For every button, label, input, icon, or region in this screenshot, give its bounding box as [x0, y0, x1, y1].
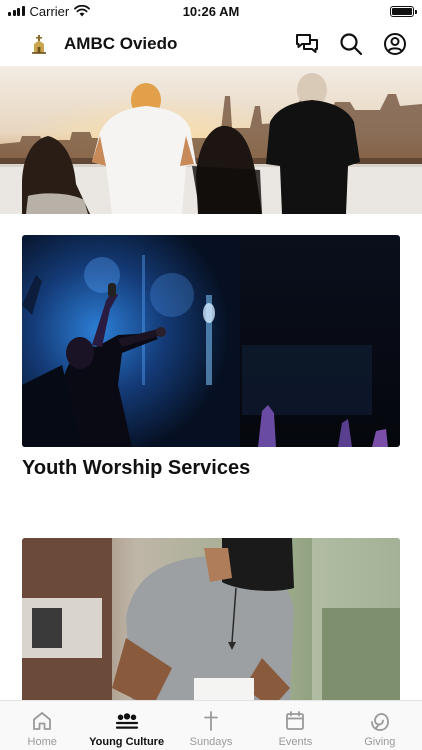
tab-label-home: Home [27, 736, 57, 748]
church-logo-icon[interactable] [28, 33, 50, 55]
tab-home[interactable]: Home [0, 701, 84, 750]
tab-young-culture[interactable]: Young Culture [84, 701, 168, 750]
battery-fill [392, 7, 412, 15]
group-icon [115, 709, 139, 733]
profile-icon[interactable] [382, 31, 408, 57]
tab-label-giving: Giving [364, 736, 396, 748]
wifi-icon [74, 5, 91, 17]
header-actions [294, 31, 408, 57]
card-title[interactable]: Youth Worship Services [22, 457, 400, 480]
tab-label-events: Events [278, 736, 313, 748]
status-bar: Carrier 10:26 AM [0, 0, 422, 22]
calendar-icon [283, 709, 307, 733]
tab-label-sundays: Sundays [189, 736, 233, 748]
app-header: AMBC Oviedo [0, 22, 422, 66]
carrier-label: Carrier [29, 3, 70, 19]
chat-bubbles-icon[interactable] [294, 31, 320, 57]
tab-label-young-culture: Young Culture [89, 736, 165, 748]
battery-icon [390, 5, 417, 17]
tab-giving[interactable]: Giving [338, 701, 422, 750]
home-icon [30, 709, 54, 733]
card-image-2[interactable] [22, 538, 400, 700]
hero-image[interactable] [0, 66, 422, 214]
signal-icon [8, 6, 25, 16]
search-icon[interactable] [338, 31, 364, 57]
giving-icon [368, 709, 392, 733]
card-image-partial[interactable] [22, 538, 400, 700]
tab-sundays[interactable]: Sundays [169, 701, 253, 750]
card-image[interactable] [22, 235, 400, 447]
app-title: AMBC Oviedo [64, 34, 178, 53]
tab-events[interactable]: Events [253, 701, 337, 750]
cross-icon [199, 709, 223, 733]
status-left: Carrier [8, 3, 91, 19]
tab-bar: Home Young Culture Sundays Events Giving [0, 700, 422, 750]
card-youth-worship[interactable]: Youth Worship Services [22, 235, 400, 480]
feed[interactable]: Youth Worship Services [0, 66, 422, 700]
